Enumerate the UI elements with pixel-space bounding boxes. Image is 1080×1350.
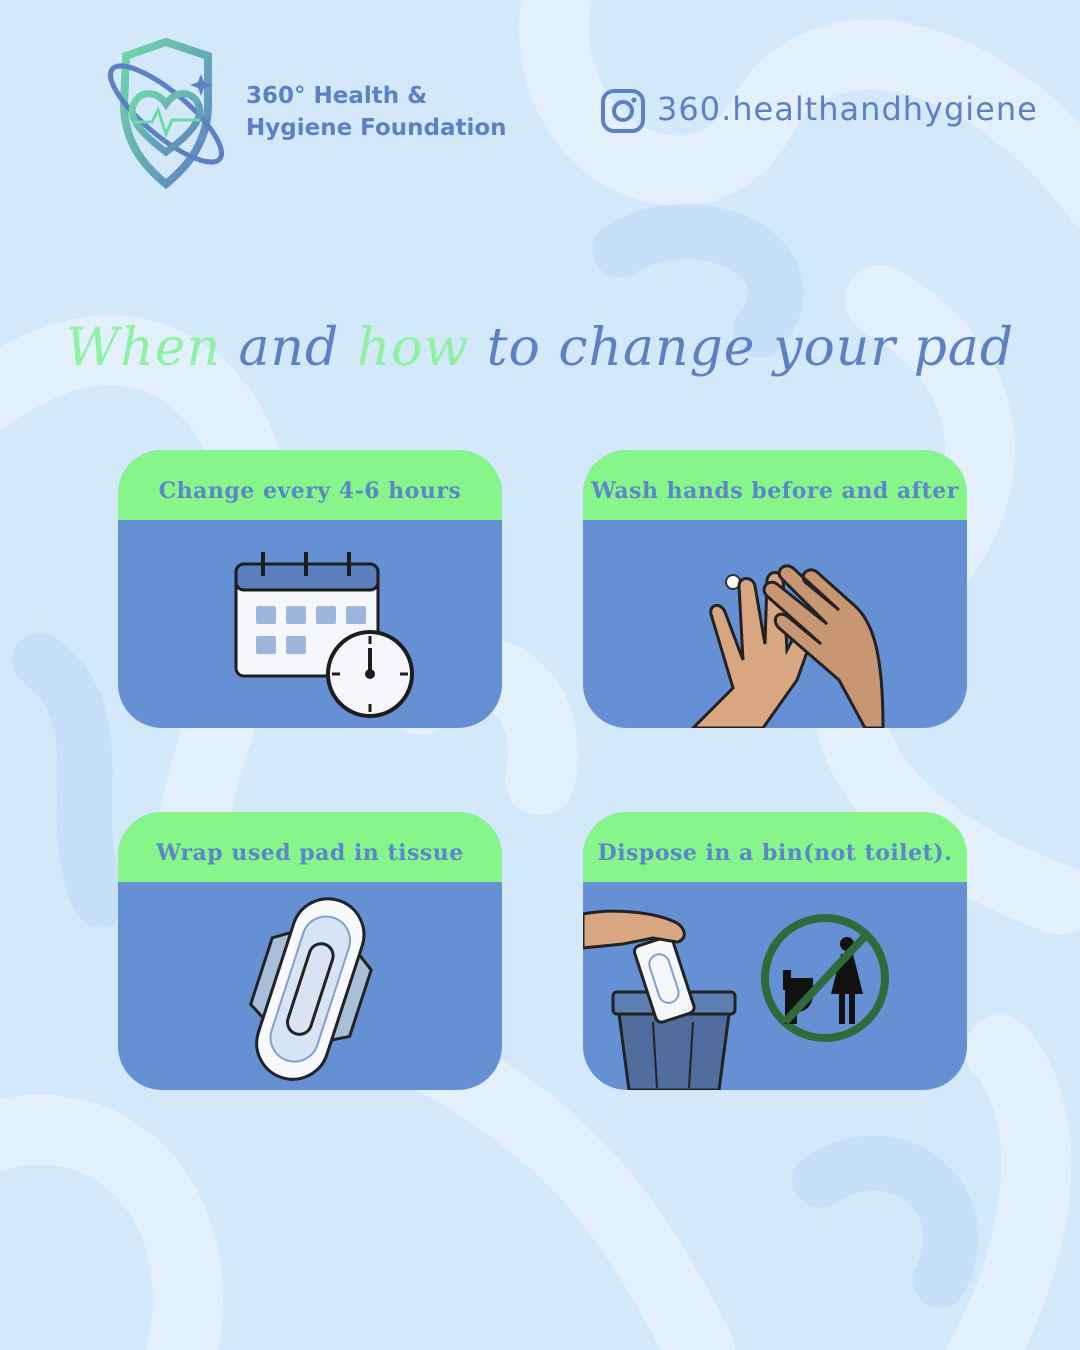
sanitary-pad-icon <box>248 897 373 1081</box>
calendar-clock-icon <box>234 552 414 718</box>
card-heading: Wrap used pad in tissue <box>118 812 502 882</box>
organization-name: 360° Health & Hygiene Foundation <box>246 80 507 144</box>
card-heading: Dispose in a bin(not toilet). <box>583 812 967 882</box>
card-wash-hands: Wash hands before and after <box>583 450 967 728</box>
org-name-line2: Hygiene Foundation <box>246 115 507 141</box>
card-heading: Wash hands before and after <box>583 450 967 520</box>
instagram-icon[interactable] <box>600 88 646 134</box>
title-rest: to change your pad <box>469 318 1015 378</box>
card-dispose-bin: Dispose in a bin(not toilet). <box>583 812 967 1090</box>
page-title: When and how to change your pad <box>0 318 1080 378</box>
org-name-line1: 360° Health & <box>246 83 428 109</box>
title-and: and <box>220 318 357 378</box>
card-wrap-pad: Wrap used pad in tissue <box>118 812 502 1090</box>
card-heading: Change every 4-6 hours <box>118 450 502 520</box>
title-when: When <box>65 318 221 378</box>
card-change-interval: Change every 4-6 hours <box>118 450 502 728</box>
washing-hands-icon <box>690 564 885 728</box>
instagram-handle[interactable]: 360.healthandhygiene <box>657 90 1038 128</box>
bin-disposal-icon <box>583 909 889 1090</box>
title-how: how <box>356 318 470 378</box>
heart-shield-logo-icon <box>108 37 224 190</box>
